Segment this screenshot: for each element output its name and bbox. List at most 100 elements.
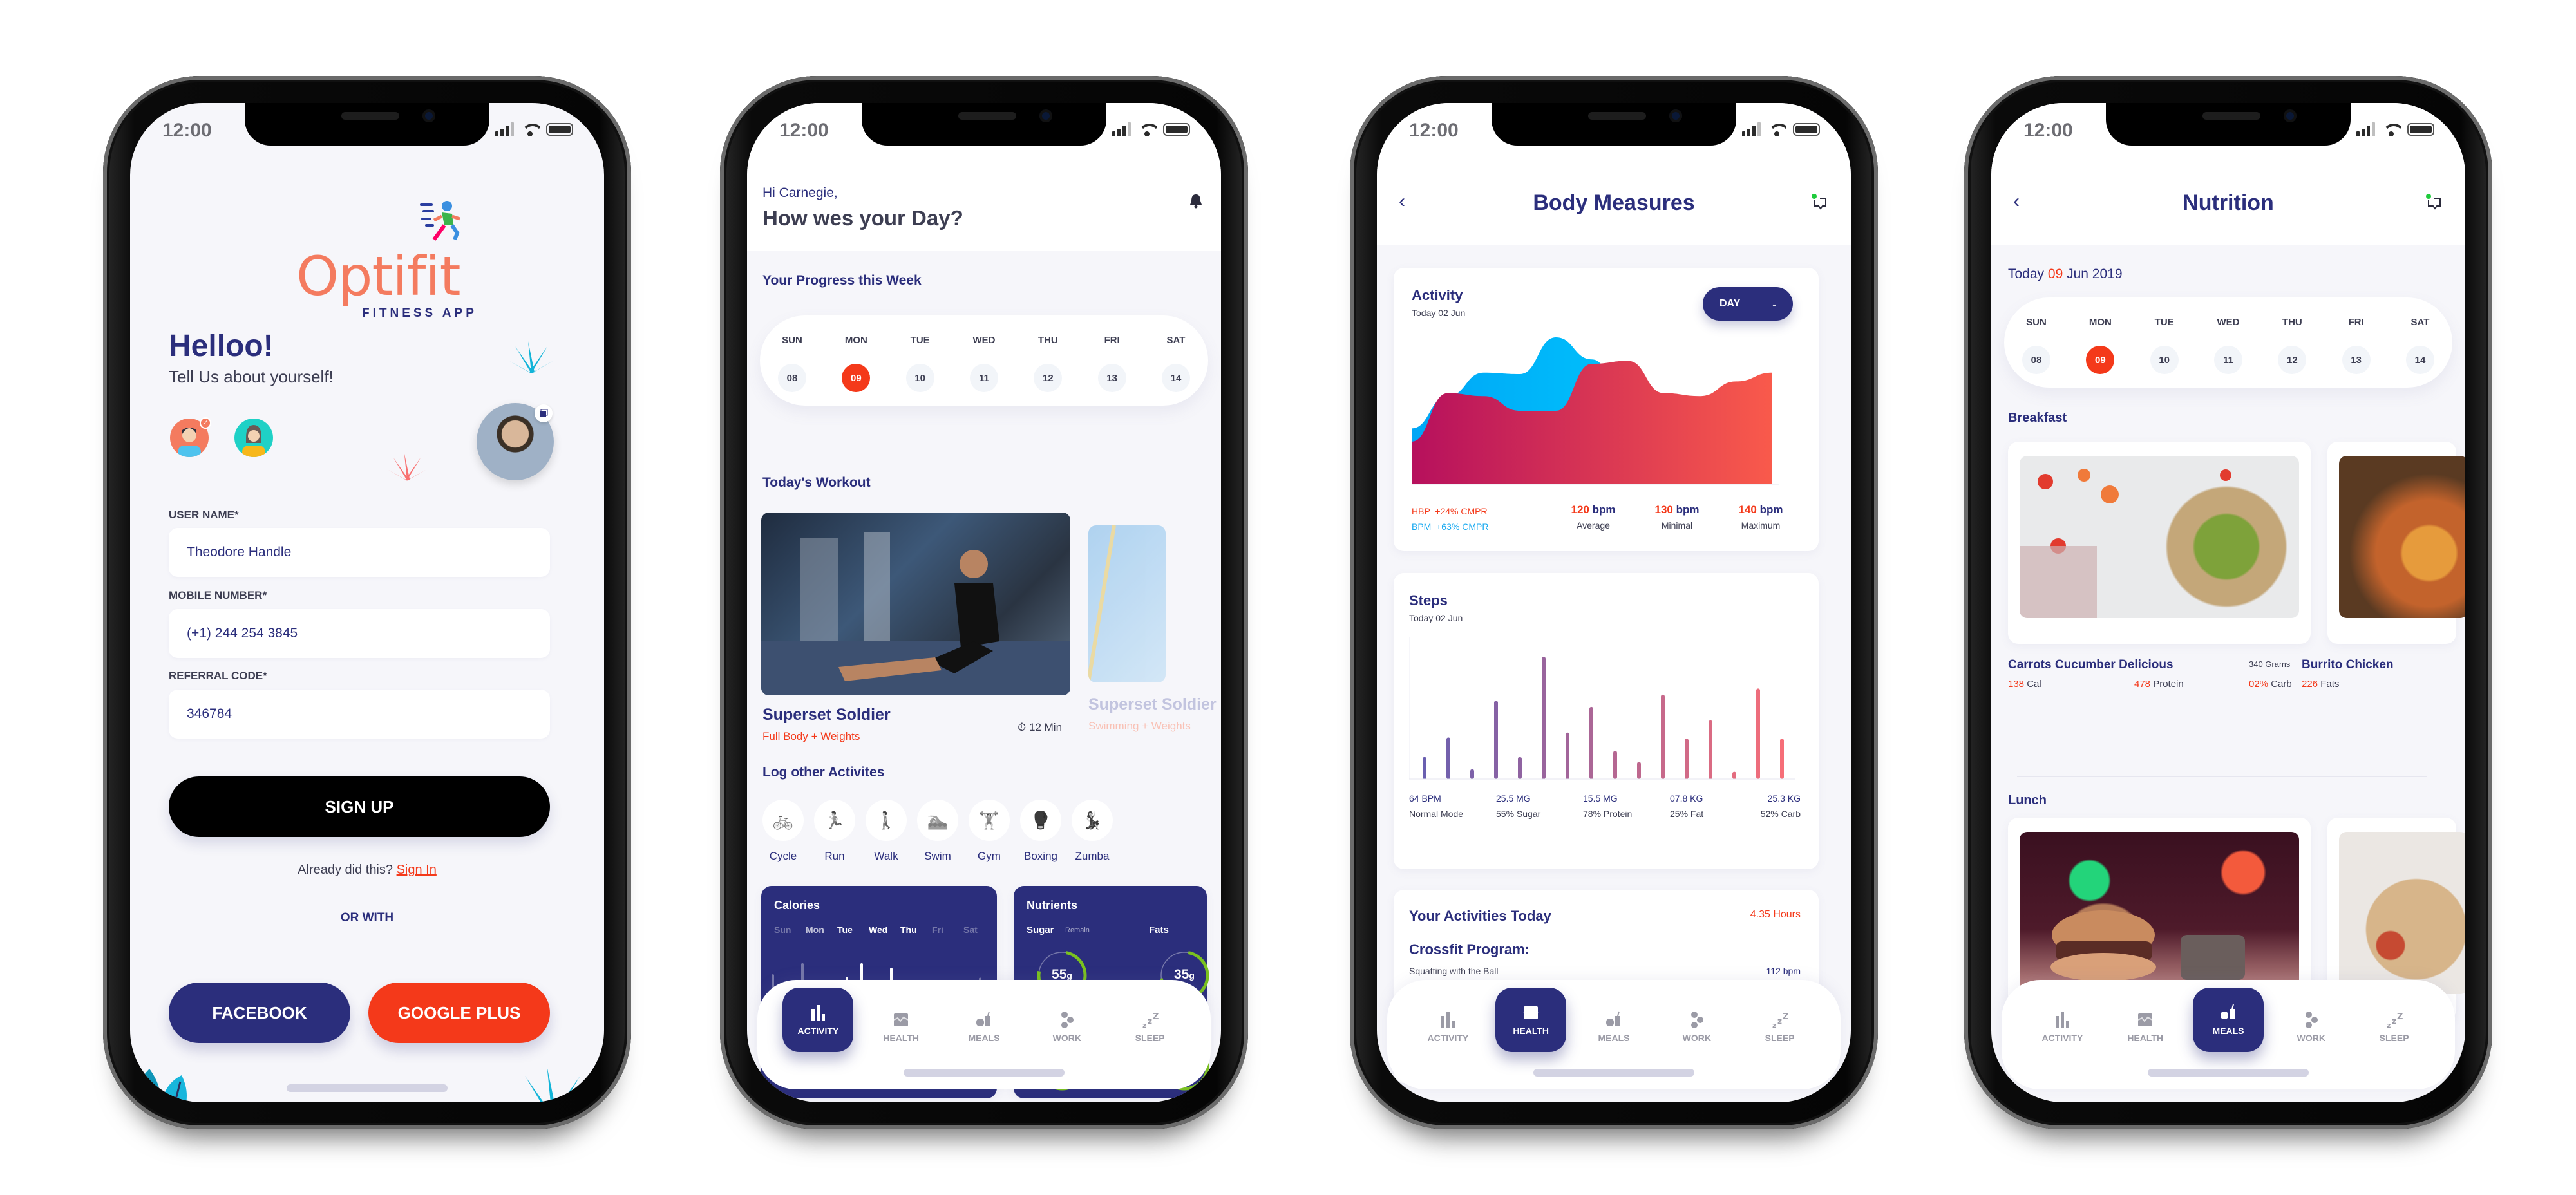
home-indicator[interactable] — [1533, 1069, 1694, 1077]
date-button[interactable]: 14 — [2406, 346, 2434, 374]
tab-label: MEALS — [968, 1033, 1000, 1043]
tab-meals[interactable]: MEALS — [1578, 999, 1649, 1055]
period-value: DAY — [1719, 298, 1741, 309]
date-button[interactable]: 09 — [2086, 346, 2115, 374]
signup-button[interactable]: SIGN UP — [169, 776, 550, 837]
chat-notification-icon[interactable] — [1811, 193, 1828, 210]
tab-health[interactable]: HEALTH — [1495, 988, 1567, 1052]
activity-card: Activity Today 02 Jun DAY ⌄ HBP +24% CMP… — [1394, 268, 1819, 551]
date-button[interactable]: 10 — [2150, 346, 2179, 374]
date-button[interactable]: 13 — [2342, 346, 2371, 374]
macro-value: 138 — [2008, 679, 2025, 690]
signup-screen: 12:00 Optifit FITNESS APP Helloo! Tell U… — [130, 103, 604, 1102]
notification-bell-icon[interactable] — [1189, 193, 1203, 209]
weekday-label: THU — [2282, 317, 2302, 328]
meal-name[interactable]: Carrots Cucumber Delicious — [2008, 658, 2174, 672]
home-indicator[interactable] — [2148, 1069, 2309, 1077]
tab-sleep[interactable]: z z Z SLEEP — [1745, 999, 1815, 1055]
date-button[interactable]: 12 — [1034, 364, 1063, 392]
meal-card-2[interactable] — [2327, 442, 2465, 644]
facebook-button[interactable]: FACEBOOK — [169, 983, 350, 1043]
tab-sleep[interactable]: z z Z SLEEP — [1115, 999, 1186, 1055]
health-monitor-icon — [2137, 1013, 2153, 1026]
work-hexagons-icon — [1690, 1012, 1703, 1028]
running-icon: 🏃 — [824, 810, 846, 830]
greeting-title: Helloo! — [169, 329, 274, 363]
progress-title: Your Progress this Week — [762, 273, 922, 288]
mobile-input[interactable]: (+1) 244 254 3845 — [169, 609, 550, 658]
tab-work[interactable]: WORK — [2276, 999, 2347, 1055]
bar-chart-icon — [811, 1005, 826, 1021]
chat-notification-icon[interactable] — [2425, 193, 2442, 210]
steps-label-caption: 55% Sugar — [1496, 809, 1541, 819]
plant-decoration-icon — [514, 1067, 591, 1102]
activity-button-swim[interactable]: 🏊 — [917, 800, 958, 841]
tab-meals[interactable]: MEALS — [949, 999, 1019, 1055]
activity-button-run[interactable]: 🏃 — [814, 800, 855, 841]
notch — [862, 103, 1106, 146]
meal-photo — [2020, 832, 2299, 994]
meal-fats: 226 Fats — [2302, 679, 2339, 690]
tab-label: SLEEP — [2379, 1033, 2409, 1043]
wifi-icon — [1137, 122, 1157, 136]
meal-card[interactable] — [2008, 442, 2311, 644]
date-button[interactable]: 13 — [1097, 364, 1126, 392]
meal-photo-2 — [2339, 832, 2465, 994]
signal-icon — [495, 122, 514, 136]
tab-work[interactable]: WORK — [1662, 999, 1732, 1055]
date-button[interactable]: 12 — [2278, 346, 2307, 374]
home-indicator[interactable] — [287, 1084, 448, 1092]
or-with-label: OR WITH — [340, 911, 394, 925]
steps-label-value: 07.8 KG — [1670, 793, 1703, 804]
nutrition-screen: 12:00 ‹ Nutrition Today 09 Jun 2019 SUN 0… — [1991, 103, 2465, 1102]
username-input[interactable]: Theodore Handle — [169, 528, 550, 577]
tab-sleep[interactable]: z z Z SLEEP — [2359, 999, 2430, 1055]
workout-photo[interactable] — [761, 513, 1070, 695]
tab-health[interactable]: HEALTH — [866, 999, 936, 1055]
date-button[interactable]: 11 — [2214, 346, 2242, 374]
date-button[interactable]: 10 — [905, 364, 934, 392]
steps-bar — [1661, 694, 1665, 779]
rowing-athlete-illustration — [761, 532, 1070, 695]
tab-activity[interactable]: ACTIVITY — [782, 988, 854, 1052]
tab-work[interactable]: WORK — [1032, 999, 1103, 1055]
lunch-title: Lunch — [2008, 793, 2047, 807]
activity-button-cycle[interactable]: 🚲 — [762, 800, 804, 841]
steps-label-caption: 25% Fat — [1670, 809, 1704, 819]
runner-logo-icon — [420, 201, 460, 241]
signin-link[interactable]: Sign In — [397, 863, 437, 877]
weekday-label: WED — [972, 335, 996, 346]
referral-input[interactable]: 346784 — [169, 690, 550, 739]
weekday-label: FRI — [1104, 335, 1120, 346]
mobile-label: MOBILE NUMBER* — [169, 589, 267, 601]
change-photo-button[interactable] — [535, 404, 553, 422]
date-button[interactable]: 08 — [778, 364, 806, 392]
activity-button-walk[interactable]: 🚶 — [866, 800, 907, 841]
tab-meals[interactable]: MEALS — [2193, 988, 2264, 1052]
date-button[interactable]: 11 — [970, 364, 998, 392]
period-dropdown[interactable]: DAY ⌄ — [1703, 287, 1793, 321]
activity-button-zumba[interactable]: 💃 — [1072, 800, 1113, 841]
workout-name[interactable]: Superset Soldier — [762, 706, 891, 724]
google-plus-button[interactable]: GOOGLE PLUS — [368, 983, 550, 1043]
female-avatar-option[interactable] — [234, 419, 273, 457]
weekday-label: TUE — [2154, 317, 2174, 328]
wifi-icon — [1767, 122, 1786, 136]
date-button[interactable]: 08 — [2022, 346, 2050, 374]
tab-activity[interactable]: ACTIVITY — [1412, 999, 1483, 1055]
meal-name-2[interactable]: Burrito Chicken — [2302, 658, 2394, 672]
meal-protein: 478 Protein — [2134, 679, 2184, 690]
activity-button-boxing[interactable]: 🥊 — [1020, 800, 1061, 841]
home-indicator[interactable] — [904, 1069, 1065, 1077]
weekday-label: SUN — [2026, 317, 2047, 328]
calories-day-label: Sun — [774, 925, 791, 935]
activity-button-gym[interactable]: 🏋 — [969, 800, 1010, 841]
workout-photo-2[interactable] — [1088, 525, 1166, 682]
already-text: Already did this? — [298, 863, 393, 877]
workout-name-2[interactable]: Superset Soldier — [1088, 695, 1217, 714]
date-button[interactable]: 14 — [1162, 364, 1190, 392]
tab-label: WORK — [2297, 1033, 2325, 1043]
date-button[interactable]: 09 — [842, 364, 871, 392]
tab-activity[interactable]: ACTIVITY — [2027, 999, 2098, 1055]
tab-health[interactable]: HEALTH — [2110, 999, 2181, 1055]
